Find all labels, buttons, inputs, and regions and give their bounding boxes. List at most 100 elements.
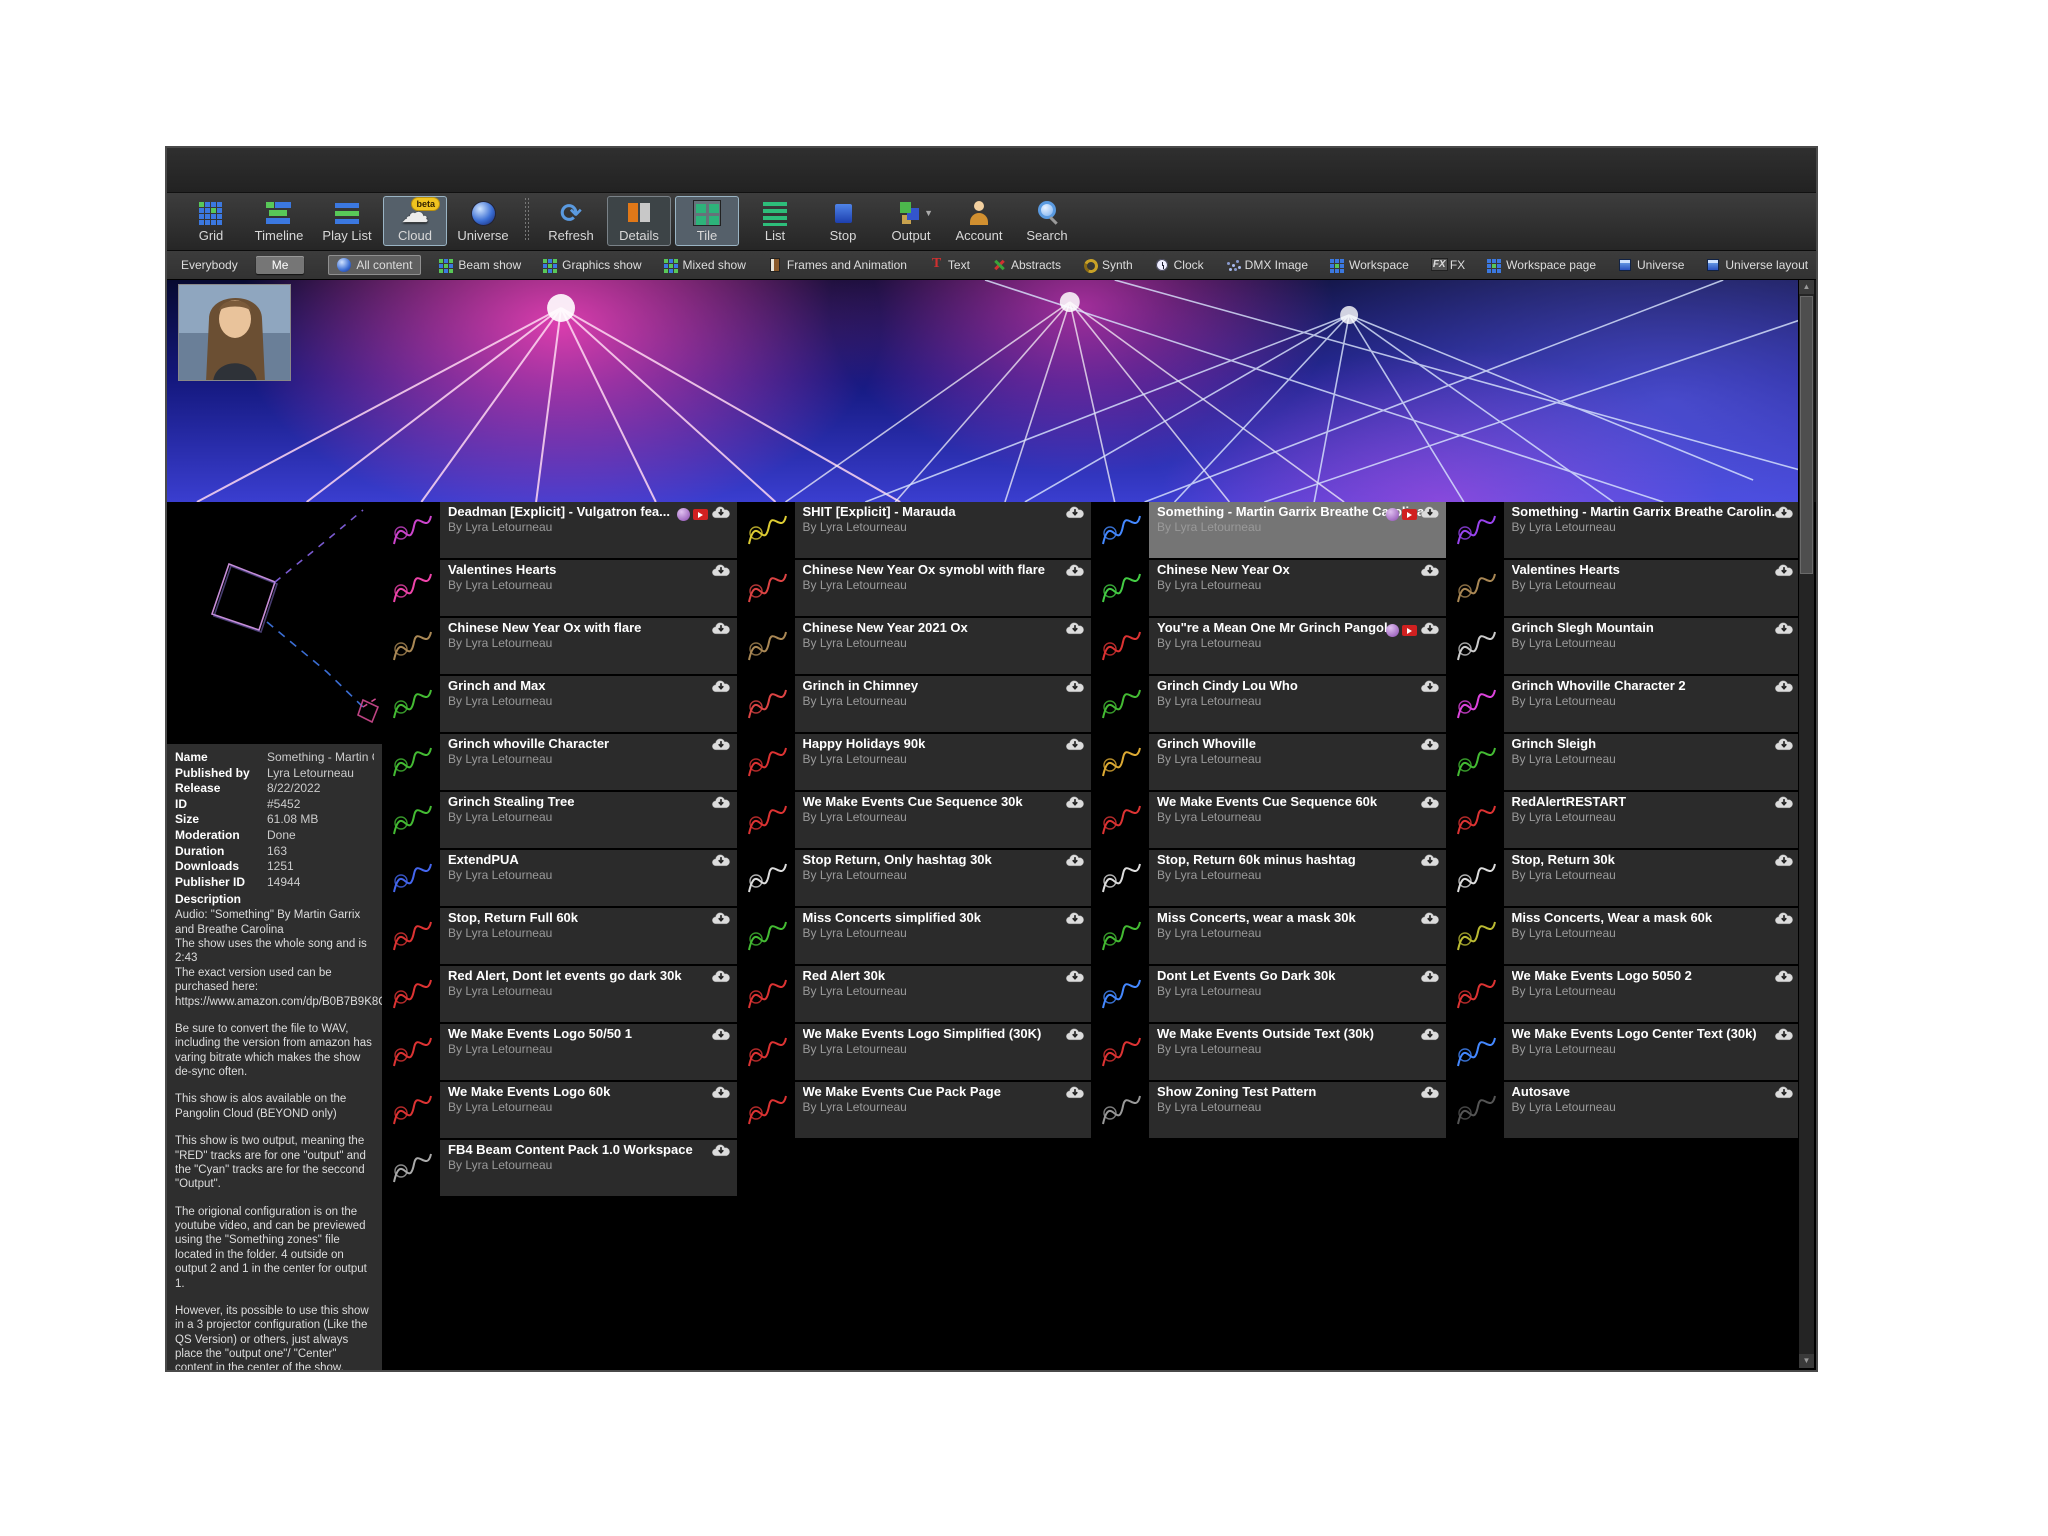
download-cloud-icon[interactable]: [1420, 1027, 1440, 1046]
tile[interactable]: We Make Events Logo 5050 2By Lyra Letour…: [1448, 966, 1801, 1022]
scrollbar-thumb[interactable]: [1800, 296, 1813, 574]
tile[interactable]: Chinese New Year OxBy Lyra Letourneau: [1093, 560, 1446, 616]
tile[interactable]: We Make Events Logo Center Text (30k)By …: [1448, 1024, 1801, 1080]
tile[interactable]: You"re a Mean One Mr Grinch Pangol...By …: [1093, 618, 1446, 674]
tile[interactable]: Deadman [Explicit] - Vulgatron fea...By …: [384, 502, 737, 558]
tile[interactable]: Red Alert, Dont let events go dark 30kBy…: [384, 966, 737, 1022]
scroll-up-arrow[interactable]: ▲: [1799, 280, 1814, 294]
tile[interactable]: Happy Holidays 90kBy Lyra Letourneau: [739, 734, 1092, 790]
download-cloud-icon[interactable]: [1420, 679, 1440, 698]
dropdown-arrow-icon[interactable]: ▼: [924, 208, 933, 218]
toolbar-button-timeline[interactable]: Timeline: [247, 196, 311, 246]
tile[interactable]: Grinch SleighBy Lyra Letourneau: [1448, 734, 1801, 790]
tile[interactable]: Grinch whoville CharacterBy Lyra Letourn…: [384, 734, 737, 790]
download-cloud-icon[interactable]: [1420, 621, 1440, 640]
download-cloud-icon[interactable]: [1065, 621, 1085, 640]
tile[interactable]: We Make Events Outside Text (30k)By Lyra…: [1093, 1024, 1446, 1080]
tile[interactable]: Grinch Whoville Character 2By Lyra Letou…: [1448, 676, 1801, 732]
download-cloud-icon[interactable]: [1774, 795, 1794, 814]
download-cloud-icon[interactable]: [711, 1027, 731, 1046]
tile[interactable]: ExtendPUABy Lyra Letourneau: [384, 850, 737, 906]
download-cloud-icon[interactable]: [711, 505, 731, 524]
filter-item-workspace[interactable]: Workspace: [1326, 256, 1413, 274]
tile[interactable]: Grinch WhovilleBy Lyra Letourneau: [1093, 734, 1446, 790]
download-cloud-icon[interactable]: [1774, 563, 1794, 582]
download-cloud-icon[interactable]: [1774, 1085, 1794, 1104]
download-cloud-icon[interactable]: [1774, 1027, 1794, 1046]
tile[interactable]: We Make Events Logo 60kBy Lyra Letournea…: [384, 1082, 737, 1138]
download-cloud-icon[interactable]: [1065, 1027, 1085, 1046]
download-cloud-icon[interactable]: [1065, 853, 1085, 872]
download-cloud-icon[interactable]: [711, 621, 731, 640]
download-cloud-icon[interactable]: [711, 737, 731, 756]
download-cloud-icon[interactable]: [711, 1143, 731, 1162]
tile[interactable]: Chinese New Year Ox with flareBy Lyra Le…: [384, 618, 737, 674]
download-cloud-icon[interactable]: [1065, 563, 1085, 582]
download-cloud-icon[interactable]: [711, 563, 731, 582]
toolbar-button-search[interactable]: Search: [1015, 196, 1079, 246]
tile[interactable]: Valentines HeartsBy Lyra Letourneau: [384, 560, 737, 616]
download-cloud-icon[interactable]: [1774, 969, 1794, 988]
tile[interactable]: Grinch and MaxBy Lyra Letourneau: [384, 676, 737, 732]
tile[interactable]: Chinese New Year 2021 OxBy Lyra Letourne…: [739, 618, 1092, 674]
download-cloud-icon[interactable]: [1420, 969, 1440, 988]
tile[interactable]: RedAlertRESTARTBy Lyra Letourneau: [1448, 792, 1801, 848]
tile[interactable]: We Make Events Cue Sequence 60kBy Lyra L…: [1093, 792, 1446, 848]
tile[interactable]: Miss Concerts simplified 30kBy Lyra Leto…: [739, 908, 1092, 964]
download-cloud-icon[interactable]: [1420, 1085, 1440, 1104]
toolbar-button-stop[interactable]: Stop: [811, 196, 875, 246]
tile[interactable]: Something - Martin Garrix Breathe Caroli…: [1448, 502, 1801, 558]
vertical-scrollbar[interactable]: ▲ ▼: [1798, 280, 1814, 1368]
toolbar-button-tile[interactable]: Tile: [675, 196, 739, 246]
download-cloud-icon[interactable]: [1774, 505, 1794, 524]
toolbar-button-universe[interactable]: Universe: [451, 196, 515, 246]
tile[interactable]: Miss Concerts, wear a mask 30kBy Lyra Le…: [1093, 908, 1446, 964]
toolbar-button-grid[interactable]: Grid: [179, 196, 243, 246]
filter-item-synth[interactable]: Synth: [1079, 256, 1137, 274]
tile[interactable]: SHIT [Explicit] - MaraudaBy Lyra Letourn…: [739, 502, 1092, 558]
tile[interactable]: FB4 Beam Content Pack 1.0 WorkspaceBy Ly…: [384, 1140, 737, 1196]
download-cloud-icon[interactable]: [1065, 737, 1085, 756]
filter-item-dmx-image[interactable]: DMX Image: [1222, 256, 1312, 274]
download-cloud-icon[interactable]: [1420, 563, 1440, 582]
filter-item-workspace-page[interactable]: Workspace page: [1483, 256, 1600, 274]
toolbar-button-details[interactable]: Details: [607, 196, 671, 246]
download-cloud-icon[interactable]: [1065, 795, 1085, 814]
filter-item-all-content[interactable]: All content: [328, 255, 421, 275]
download-cloud-icon[interactable]: [1420, 505, 1440, 524]
download-cloud-icon[interactable]: [1774, 853, 1794, 872]
tile[interactable]: Stop, Return 60k minus hashtagBy Lyra Le…: [1093, 850, 1446, 906]
tile[interactable]: Miss Concerts, Wear a mask 60kBy Lyra Le…: [1448, 908, 1801, 964]
filter-item-everybody[interactable]: Everybody: [177, 256, 242, 274]
download-cloud-icon[interactable]: [1774, 737, 1794, 756]
tile[interactable]: We Make Events Cue Pack PageBy Lyra Leto…: [739, 1082, 1092, 1138]
filter-item-beam-show[interactable]: Beam show: [435, 256, 525, 274]
download-cloud-icon[interactable]: [1420, 911, 1440, 930]
tile[interactable]: Stop, Return Full 60kBy Lyra Letourneau: [384, 908, 737, 964]
tile[interactable]: AutosaveBy Lyra Letourneau: [1448, 1082, 1801, 1138]
tile[interactable]: Show Zoning Test PatternBy Lyra Letourne…: [1093, 1082, 1446, 1138]
download-cloud-icon[interactable]: [711, 911, 731, 930]
download-cloud-icon[interactable]: [1420, 795, 1440, 814]
filter-item-universe-layout[interactable]: Universe layout: [1702, 256, 1812, 274]
tile[interactable]: Dont Let Events Go Dark 30kBy Lyra Letou…: [1093, 966, 1446, 1022]
tile[interactable]: Grinch Stealing TreeBy Lyra Letourneau: [384, 792, 737, 848]
tile[interactable]: Valentines HeartsBy Lyra Letourneau: [1448, 560, 1801, 616]
tile[interactable]: Stop Return, Only hashtag 30kBy Lyra Let…: [739, 850, 1092, 906]
tile[interactable]: Chinese New Year Ox symobl with flareBy …: [739, 560, 1092, 616]
download-cloud-icon[interactable]: [1065, 679, 1085, 698]
tile[interactable]: Grinch Slegh MountainBy Lyra Letourneau: [1448, 618, 1801, 674]
tile[interactable]: Grinch Cindy Lou WhoBy Lyra Letourneau: [1093, 676, 1446, 732]
tile[interactable]: We Make Events Cue Sequence 30kBy Lyra L…: [739, 792, 1092, 848]
filter-item-mixed-show[interactable]: Mixed show: [660, 256, 750, 274]
toolbar-button-output[interactable]: ▼Output: [879, 196, 943, 246]
download-cloud-icon[interactable]: [1774, 621, 1794, 640]
filter-item-abstracts[interactable]: Abstracts: [988, 256, 1065, 274]
filter-item-fx[interactable]: FX: [1427, 256, 1469, 274]
tile[interactable]: We Make Events Logo 50/50 1By Lyra Letou…: [384, 1024, 737, 1080]
download-cloud-icon[interactable]: [711, 795, 731, 814]
download-cloud-icon[interactable]: [1420, 737, 1440, 756]
download-cloud-icon[interactable]: [1774, 911, 1794, 930]
tile[interactable]: Red Alert 30kBy Lyra Letourneau: [739, 966, 1092, 1022]
download-cloud-icon[interactable]: [1065, 911, 1085, 930]
